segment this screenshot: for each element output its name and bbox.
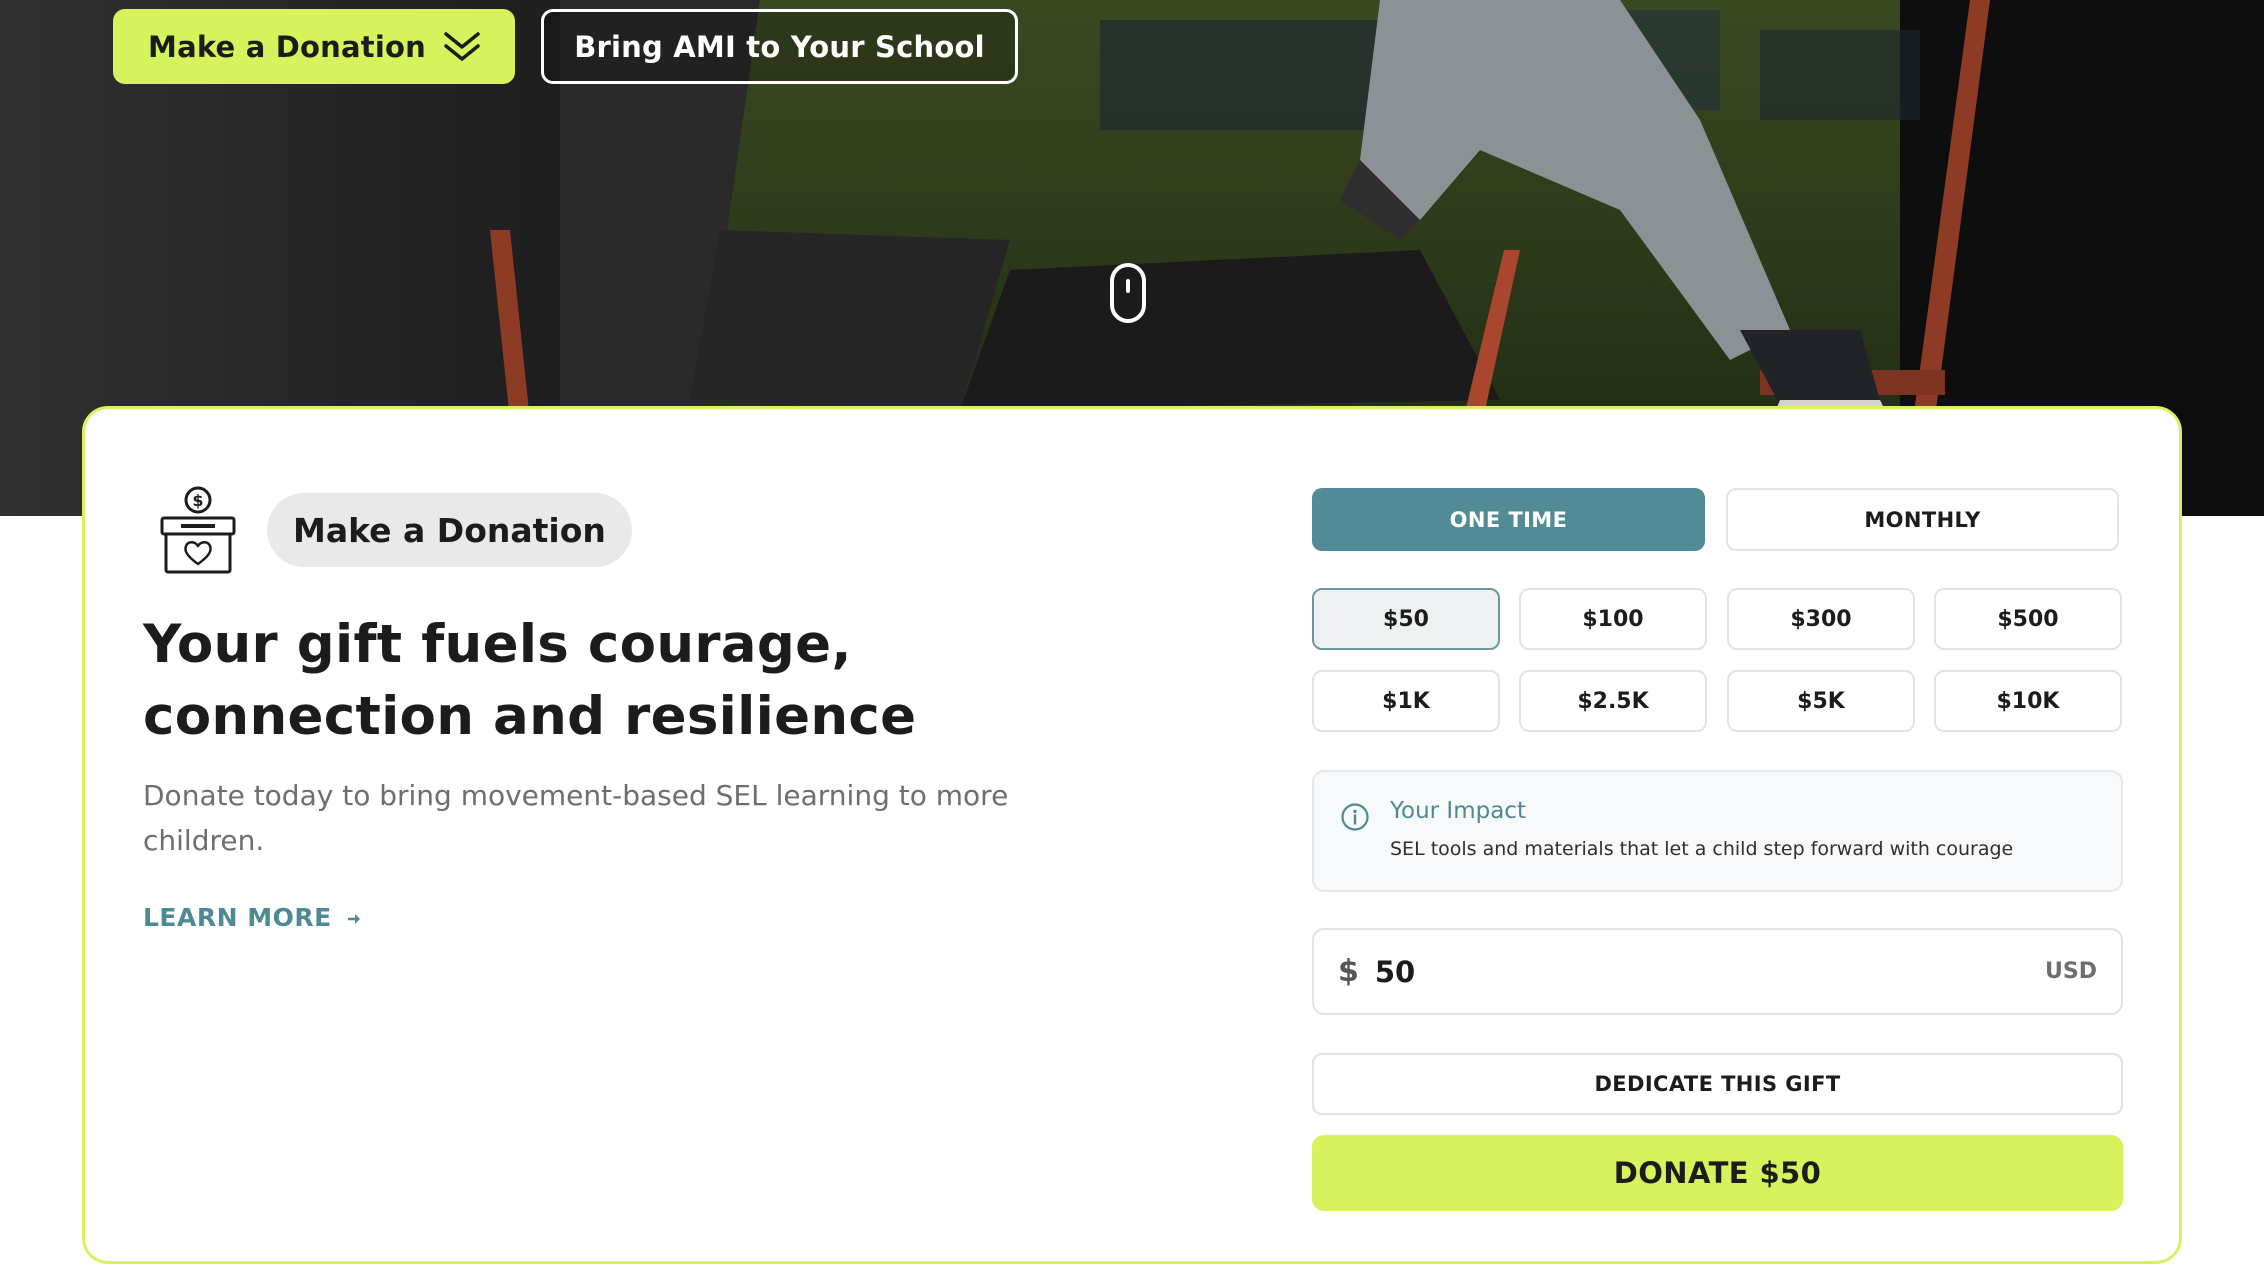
learn-more-label: LEARN MORE [143, 903, 332, 932]
headline-line-2: connection and resilience [143, 686, 917, 747]
amount-option-2-5k[interactable]: $2.5K [1519, 670, 1707, 732]
svg-text:$: $ [192, 491, 203, 510]
bring-ami-to-school-button[interactable]: Bring AMI to Your School [541, 9, 1018, 84]
make-donation-button[interactable]: Make a Donation [113, 9, 515, 84]
bring-ami-button-label: Bring AMI to Your School [574, 29, 985, 64]
badge-pill: Make a Donation [267, 493, 632, 567]
donation-card: $ Make a Donation Your gift fuels courag… [82, 406, 2182, 1264]
monthly-tab[interactable]: MONTHLY [1726, 488, 2119, 551]
section-badge: $ Make a Donation [157, 485, 632, 575]
amount-option-5k[interactable]: $5K [1727, 670, 1915, 732]
amount-option-300[interactable]: $300 [1727, 588, 1915, 650]
amount-option-500[interactable]: $500 [1934, 588, 2122, 650]
make-donation-button-label: Make a Donation [148, 29, 426, 64]
double-chevron-down-icon [444, 31, 480, 61]
dedicate-gift-button[interactable]: DEDICATE THIS GIFT [1312, 1053, 2123, 1115]
impact-box: Your Impact SEL tools and materials that… [1312, 770, 2123, 892]
learn-more-link[interactable]: LEARN MORE [143, 903, 361, 932]
donate-submit-button[interactable]: DONATE $50 [1312, 1135, 2123, 1211]
currency-symbol: $ [1338, 954, 1359, 989]
subtext: Donate today to bring movement-based SEL… [143, 779, 1009, 857]
headline: Your gift fuels courage, connection and … [143, 609, 1103, 753]
currency-code: USD [2045, 959, 2097, 984]
amount-option-10k[interactable]: $10K [1934, 670, 2122, 732]
donation-box-icon: $ [160, 486, 236, 574]
amount-value[interactable]: 50 [1375, 955, 2045, 989]
amount-input[interactable]: $ 50 USD [1312, 928, 2123, 1015]
arrow-right-icon [347, 914, 360, 924]
impact-description: SEL tools and materials that let a child… [1390, 838, 2014, 860]
amount-option-100[interactable]: $100 [1519, 588, 1707, 650]
amount-option-1k[interactable]: $1K [1312, 670, 1500, 732]
impact-title: Your Impact [1390, 798, 1526, 824]
mouse-wheel [1126, 279, 1130, 293]
mouse-scroll-icon[interactable] [1110, 263, 1146, 323]
amount-option-50[interactable]: $50 [1312, 588, 1500, 650]
headline-line-1: Your gift fuels courage, [143, 614, 852, 675]
info-icon [1341, 803, 1369, 831]
one-time-tab[interactable]: ONE TIME [1312, 488, 1705, 551]
